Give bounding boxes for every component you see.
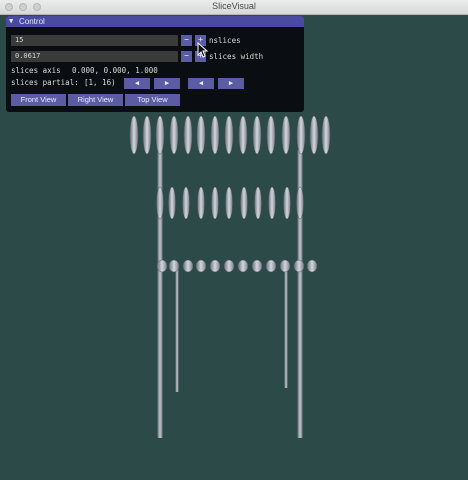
mid-rail-slice-8	[254, 186, 262, 220]
slices-partial-value: [1, 16)	[84, 78, 116, 87]
top-view-button[interactable]: Top View	[125, 94, 180, 106]
slices-width-decrement-button[interactable]: −	[181, 51, 192, 62]
seat-slice-3	[182, 259, 194, 273]
mid-rail-slice-11	[296, 186, 304, 220]
partial-start-right-arrow-button[interactable]: ▶	[154, 78, 180, 89]
leg-slice-3	[284, 265, 288, 388]
back-rail-slice-8	[224, 115, 234, 155]
seat-slice-8	[251, 259, 263, 273]
back-rail-slice-3	[155, 115, 165, 155]
seat-slice-5	[209, 259, 221, 273]
seat-slice-7	[237, 259, 249, 273]
seat-slice-11	[293, 259, 305, 273]
partial-start-left-arrow-button[interactable]: ◀	[124, 78, 150, 89]
nslices-decrement-button[interactable]: −	[181, 35, 192, 46]
back-rail-slice-10	[252, 115, 262, 155]
back-rail-slice-2	[142, 115, 152, 155]
seat-slice-12	[306, 259, 318, 273]
mid-rail-slice-3	[182, 186, 190, 220]
back-rail-slice-11	[266, 115, 276, 155]
back-rail-slice-6	[196, 115, 206, 155]
back-rail-slice-5	[183, 115, 193, 155]
panel-title: Control	[19, 17, 45, 26]
mid-rail-slice-5	[211, 186, 219, 220]
back-rail-slice-12	[281, 115, 291, 155]
back-rail-slice-13	[296, 115, 306, 155]
slices-partial-label: slices partial:	[11, 78, 79, 87]
back-rail-slice-4	[169, 115, 179, 155]
back-rail-slice-15	[321, 115, 331, 155]
mid-rail-slice-9	[268, 186, 276, 220]
mouse-pointer-icon	[197, 42, 209, 58]
slices-axis-value: 0.000, 0.000, 1.000	[72, 66, 158, 75]
mid-rail-slice-4	[197, 186, 205, 220]
slices-axis-label: slices axis	[11, 66, 61, 75]
mid-rail-slice-10	[283, 186, 291, 220]
mid-rail-slice-6	[225, 186, 233, 220]
back-rail-slice-14	[309, 115, 319, 155]
seat-slice-4	[195, 259, 207, 273]
partial-end-right-arrow-button[interactable]: ▶	[218, 78, 244, 89]
right-view-button[interactable]: Right View	[68, 94, 123, 106]
mid-rail-slice-2	[168, 186, 176, 220]
back-rail-slice-1	[129, 115, 139, 155]
control-panel-header[interactable]: ▼ Control	[6, 16, 304, 27]
slices-width-label: slices width	[209, 52, 264, 61]
mid-rail-slice-7	[240, 186, 248, 220]
seat-slice-9	[265, 259, 277, 273]
seat-slice-1	[156, 259, 168, 273]
seat-slice-2	[168, 259, 180, 273]
chair-model	[129, 115, 331, 438]
leg-slice-2	[175, 265, 179, 392]
control-panel: ▼ Control 15 − + nslices 0.0617 − + slic…	[6, 16, 304, 112]
seat-slice-6	[223, 259, 235, 273]
triangle-down-icon[interactable]: ▼	[9, 16, 13, 27]
nslices-label: nslices	[209, 36, 241, 45]
partial-end-left-arrow-button[interactable]: ◀	[188, 78, 214, 89]
seat-slice-10	[279, 259, 291, 273]
back-rail-slice-9	[238, 115, 248, 155]
front-view-button[interactable]: Front View	[11, 94, 66, 106]
mid-rail-slice-1	[156, 186, 164, 220]
slices-width-input[interactable]: 0.0617	[11, 51, 178, 62]
back-rail-slice-7	[210, 115, 220, 155]
nslices-input[interactable]: 15	[11, 35, 178, 46]
